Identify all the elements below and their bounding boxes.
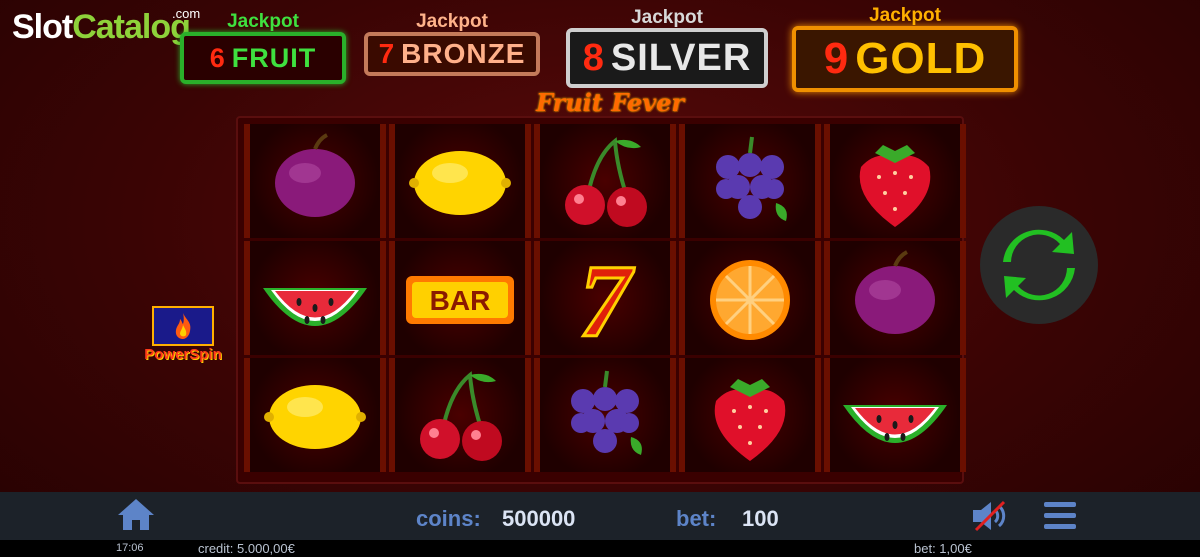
reel-cell — [244, 241, 386, 355]
reel-cell — [534, 124, 676, 238]
grapes-icon — [571, 370, 642, 455]
clock: 17:06 — [116, 542, 144, 554]
strawberry-icon — [859, 145, 931, 227]
jackpot-name: GOLD — [855, 34, 987, 83]
bet-label: bet: — [676, 506, 717, 531]
jackpot-label: Jackpot — [416, 11, 488, 32]
speaker-muted-icon — [973, 500, 1006, 532]
reel-cell — [824, 358, 966, 472]
jackpot-box: 9 GOLD — [792, 26, 1018, 92]
jackpot-box: 8 SILVER — [566, 28, 768, 88]
watermelon-icon — [263, 288, 367, 326]
reel-grid: BAR 7 — [236, 116, 966, 484]
jackpot-box: 6 FRUIT — [180, 32, 346, 84]
credit-text: credit: 5.000,00€ — [198, 541, 295, 556]
seven-icon: 7 — [578, 244, 637, 352]
menu-button[interactable] — [1042, 500, 1078, 532]
refresh-icon — [1003, 229, 1075, 301]
jackpot-silver: Jackpot 8 SILVER — [566, 8, 768, 88]
reel-cell — [244, 124, 386, 238]
bet-value[interactable]: 100 — [742, 506, 779, 532]
jackpot-fruit: Jackpot 6 FRUIT — [180, 12, 346, 84]
flame-icon — [152, 306, 214, 346]
cherries-icon — [420, 371, 502, 461]
game-title: Fruit Fever — [535, 88, 685, 117]
reel-cell — [824, 124, 966, 238]
reel-cell — [534, 358, 676, 472]
hamburger-menu-icon — [1044, 502, 1076, 529]
jackpot-bronze: Jackpot 7 BRONZE — [364, 12, 540, 76]
jackpot-name: BRONZE — [401, 38, 526, 69]
bet-amount-text: bet: 1,00€ — [914, 541, 972, 556]
reel-cell: BAR — [389, 241, 531, 355]
powerspin-label: PowerSpin — [144, 346, 222, 363]
orange-icon — [710, 260, 790, 340]
home-icon — [118, 499, 154, 530]
reel-cell: 7 — [534, 241, 676, 355]
reel-cell — [679, 241, 821, 355]
bar-icon: BAR — [406, 276, 514, 324]
plum-icon — [855, 250, 935, 334]
watermark-part1: Slot — [12, 8, 73, 46]
reel-cell — [389, 124, 531, 238]
jackpot-name: FRUIT — [231, 42, 317, 73]
jackpot-box: 7 BRONZE — [364, 32, 540, 76]
coins-value: 500000 — [502, 506, 576, 531]
jackpot-number: 7 — [378, 38, 396, 69]
strawberry-icon — [714, 379, 786, 461]
jackpot-number: 9 — [823, 34, 850, 83]
reel-cell — [679, 124, 821, 238]
coins-label: coins: — [416, 506, 481, 531]
reel-cell — [679, 358, 821, 472]
jackpot-number: 8 — [582, 36, 605, 79]
jackpot-name: SILVER — [610, 36, 752, 79]
sound-toggle-button[interactable] — [970, 498, 1010, 534]
bottom-bar: coins: 500000 bet: 100 — [0, 492, 1200, 540]
lemon-icon — [409, 151, 511, 215]
watermelon-icon — [843, 405, 947, 443]
status-bar: 17:06 credit: 5.000,00€ bet: 1,00€ — [0, 540, 1200, 557]
svg-text:7: 7 — [579, 244, 635, 352]
grapes-icon — [716, 136, 787, 221]
reel-cell — [389, 358, 531, 472]
reel-cell — [244, 358, 386, 472]
svg-text:BAR: BAR — [430, 285, 491, 316]
jackpot-gold: Jackpot 9 GOLD — [792, 6, 1018, 92]
lemon-icon — [264, 385, 366, 449]
powerspin-button[interactable]: PowerSpin — [138, 306, 228, 363]
home-button[interactable] — [116, 496, 156, 532]
slotcatalog-watermark: SlotCatalog .com — [12, 6, 200, 47]
jackpot-label: Jackpot — [869, 5, 941, 26]
reel-cell — [824, 241, 966, 355]
plum-icon — [275, 133, 355, 217]
spin-button[interactable] — [980, 206, 1098, 324]
jackpot-label: Jackpot — [227, 11, 299, 32]
jackpot-label: Jackpot — [631, 7, 703, 28]
jackpot-number: 6 — [209, 42, 226, 73]
cherries-icon — [565, 137, 647, 227]
